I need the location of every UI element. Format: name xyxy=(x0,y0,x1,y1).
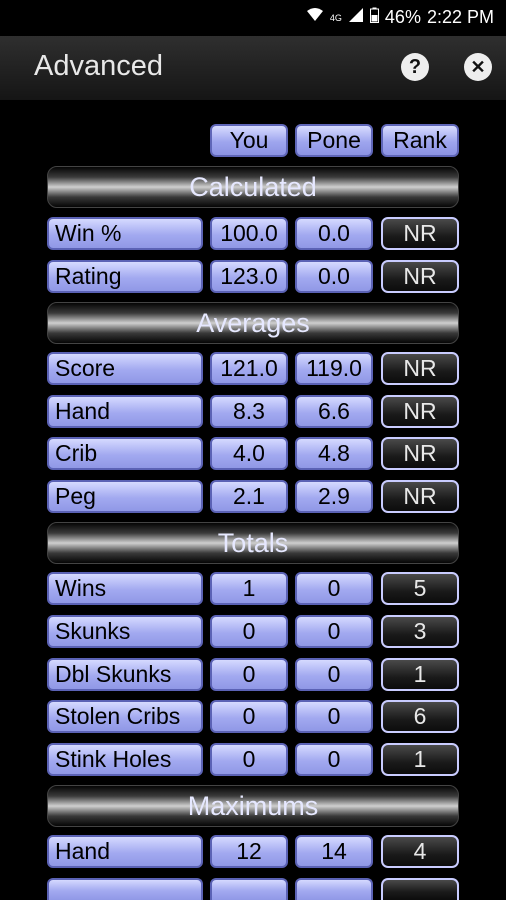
peg-pone: 2.9 xyxy=(295,480,373,513)
dbl-skunks-rank: 1 xyxy=(381,658,459,691)
row-label-max-hand: Hand xyxy=(47,835,203,868)
stolen-cribs-rank: 6 xyxy=(381,700,459,733)
stink-holes-rank: 1 xyxy=(381,743,459,776)
close-button[interactable]: ✕ xyxy=(464,53,492,81)
stolen-cribs-you: 0 xyxy=(210,700,288,733)
wins-pone: 0 xyxy=(295,572,373,605)
section-header-calculated: Calculated xyxy=(47,166,459,208)
row-label-win-pct: Win % xyxy=(47,217,203,250)
peg-you: 2.1 xyxy=(210,480,288,513)
crib-you: 4.0 xyxy=(210,437,288,470)
stink-holes-you: 0 xyxy=(210,743,288,776)
close-icon: ✕ xyxy=(470,56,486,77)
row-label-partial xyxy=(47,878,203,900)
dbl-skunks-you: 0 xyxy=(210,658,288,691)
status-bar: 4G 46% 2:22 PM xyxy=(0,0,506,36)
crib-rank: NR xyxy=(381,437,459,470)
avg-hand-you: 8.3 xyxy=(210,395,288,428)
row-label-skunks: Skunks xyxy=(47,615,203,648)
row-label-avg-hand: Hand xyxy=(47,395,203,428)
peg-rank: NR xyxy=(381,480,459,513)
question-mark-icon: ? xyxy=(408,55,422,78)
win-pct-pone: 0.0 xyxy=(295,217,373,250)
column-header-you[interactable]: You xyxy=(210,124,288,157)
score-pone: 119.0 xyxy=(295,352,373,385)
battery-icon xyxy=(369,7,379,28)
dbl-skunks-pone: 0 xyxy=(295,658,373,691)
partial-rank xyxy=(381,878,459,900)
partial-pone xyxy=(295,878,373,900)
page-title: Advanced xyxy=(34,50,163,82)
wins-rank: 5 xyxy=(381,572,459,605)
score-rank: NR xyxy=(381,352,459,385)
section-header-maximums: Maximums xyxy=(47,785,459,827)
section-header-totals: Totals xyxy=(47,522,459,564)
stolen-cribs-pone: 0 xyxy=(295,700,373,733)
row-label-stink-holes: Stink Holes xyxy=(47,743,203,776)
rating-rank: NR xyxy=(381,260,459,293)
stink-holes-pone: 0 xyxy=(295,743,373,776)
row-label-stolen-cribs: Stolen Cribs xyxy=(47,700,203,733)
rating-pone: 0.0 xyxy=(295,260,373,293)
partial-you xyxy=(210,878,288,900)
win-pct-rank: NR xyxy=(381,217,459,250)
app-bar: Advanced ? ✕ xyxy=(0,36,506,100)
skunks-pone: 0 xyxy=(295,615,373,648)
wifi-icon xyxy=(306,7,324,28)
signal-icon xyxy=(348,7,364,28)
row-label-dbl-skunks: Dbl Skunks xyxy=(47,658,203,691)
max-hand-rank: 4 xyxy=(381,835,459,868)
column-header-pone[interactable]: Pone xyxy=(295,124,373,157)
help-button[interactable]: ? xyxy=(401,53,429,81)
row-label-crib: Crib xyxy=(47,437,203,470)
clock: 2:22 PM xyxy=(426,7,494,27)
skunks-you: 0 xyxy=(210,615,288,648)
max-hand-you: 12 xyxy=(210,835,288,868)
section-header-averages: Averages xyxy=(47,302,459,344)
max-hand-pone: 14 xyxy=(295,835,373,868)
avg-hand-pone: 6.6 xyxy=(295,395,373,428)
win-pct-you: 100.0 xyxy=(210,217,288,250)
row-label-rating: Rating xyxy=(47,260,203,293)
row-label-wins: Wins xyxy=(47,572,203,605)
crib-pone: 4.8 xyxy=(295,437,373,470)
avg-hand-rank: NR xyxy=(381,395,459,428)
skunks-rank: 3 xyxy=(381,615,459,648)
wins-you: 1 xyxy=(210,572,288,605)
row-label-peg: Peg xyxy=(47,480,203,513)
rating-you: 123.0 xyxy=(210,260,288,293)
column-header-rank[interactable]: Rank xyxy=(381,124,459,157)
battery-percent: 46% xyxy=(384,7,421,27)
row-label-score: Score xyxy=(47,352,203,385)
network-type: 4G xyxy=(329,12,342,23)
score-you: 121.0 xyxy=(210,352,288,385)
